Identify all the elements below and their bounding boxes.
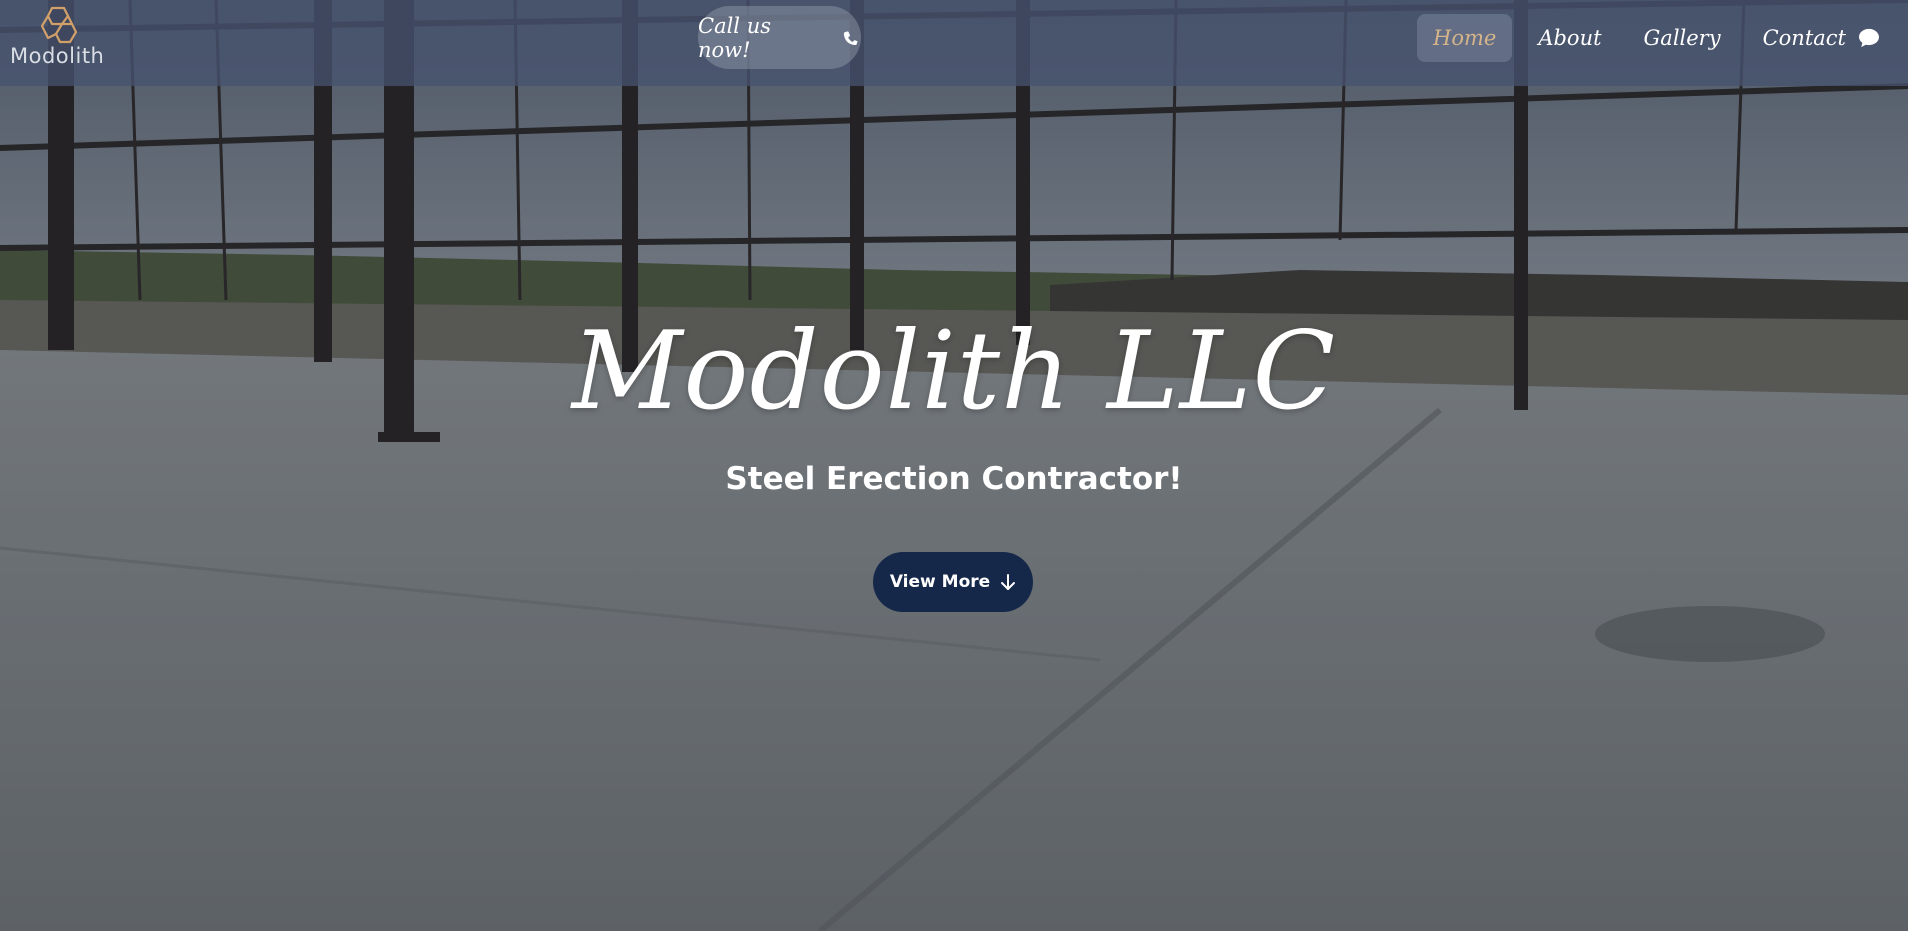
call-us-button[interactable]: Call us now! (698, 6, 861, 69)
nav-item-label: About (1538, 26, 1602, 50)
hero-title: Modolith LLC (571, 309, 1337, 434)
nav-item-about[interactable]: About (1522, 14, 1617, 62)
view-more-button[interactable]: View More (873, 552, 1033, 612)
logo-mark-icon (40, 6, 78, 44)
nav-item-gallery[interactable]: Gallery (1628, 14, 1737, 62)
brand-logo[interactable]: Modolith (10, 4, 106, 68)
arrow-down-icon (1001, 574, 1016, 590)
chat-bubble-icon (1859, 28, 1879, 48)
hero-subtitle: Steel Erection Contractor! (725, 461, 1183, 497)
site-header: Modolith Call us now! Home About Gallery… (0, 0, 1908, 86)
nav-item-label: Gallery (1643, 26, 1721, 50)
nav-item-label: Home (1433, 26, 1497, 50)
brand-name: Modolith (10, 44, 105, 68)
view-more-label: View More (889, 572, 991, 592)
main-nav: Home About Gallery Contact (1407, 14, 1888, 62)
page: Modolith Call us now! Home About Gallery… (0, 0, 1908, 931)
call-us-label: Call us now! (698, 13, 771, 62)
nav-item-label: Contact (1762, 26, 1846, 50)
nav-item-contact[interactable]: Contact (1747, 14, 1888, 62)
nav-item-home[interactable]: Home (1417, 14, 1513, 62)
phone-icon (844, 31, 859, 45)
